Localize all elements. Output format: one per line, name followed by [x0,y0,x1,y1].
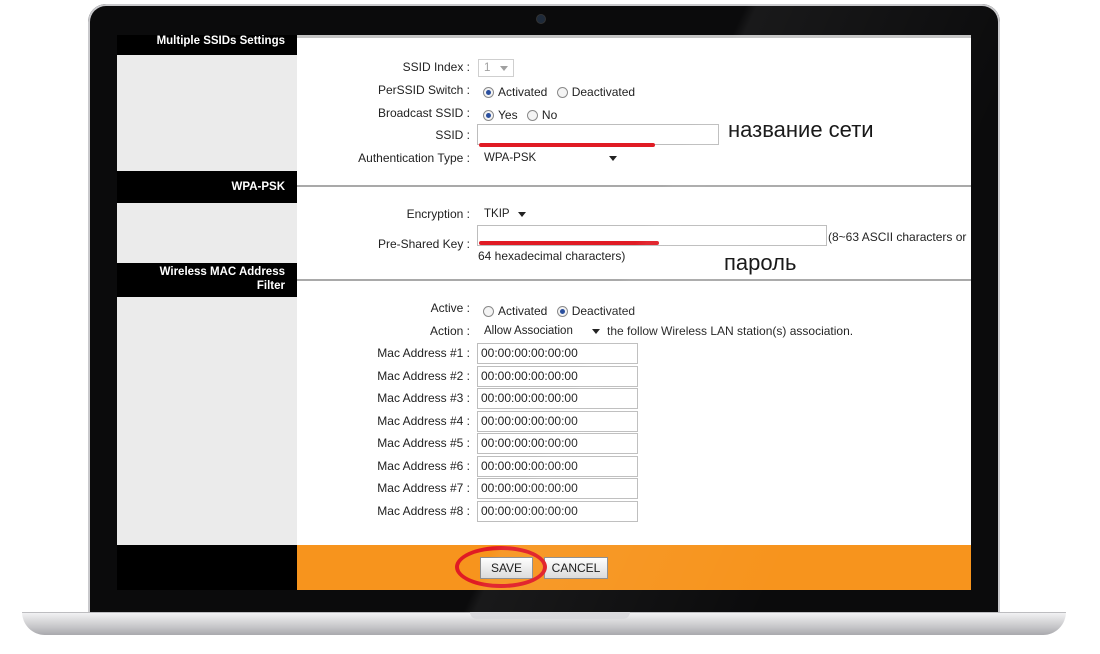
mac-action-suffix: the follow Wireless LAN station(s) assoc… [607,324,854,338]
broadcast-ssid-label: Broadcast SSID : [377,106,470,120]
mac-address-label: Mac Address #8 : [377,504,470,518]
mac-action-label: Action : [429,324,470,338]
encryption-label: Encryption : [406,207,470,221]
mac-address-input[interactable]: 00:00:00:00:00:00 [477,478,638,499]
perssid-activated-radio[interactable] [483,87,494,98]
perssid-deactivated-label: Deactivated [571,85,636,99]
psk-hint-2: 64 hexadecimal characters) [478,249,626,263]
laptop-base-notch [470,612,630,619]
mac-address-input[interactable]: 00:00:00:00:00:00 [477,501,638,522]
mac-address-label: Mac Address #3 : [377,391,470,405]
mac-address-label: Mac Address #4 : [377,414,470,428]
ssid-index-select[interactable]: 1 [478,59,514,77]
mac-address-input[interactable]: 00:00:00:00:00:00 [477,388,638,409]
encryption-value: TKIP [484,208,510,220]
mac-address-label: Mac Address #7 : [377,481,470,495]
mac-address-input[interactable]: 00:00:00:00:00:00 [477,456,638,477]
cancel-button[interactable]: CANCEL [544,557,608,579]
mac-address-label: Mac Address #5 : [377,436,470,450]
top-divider [297,35,971,38]
ssid-index-label: SSID Index : [402,60,470,74]
mac-address-input[interactable]: 00:00:00:00:00:00 [477,433,638,454]
chevron-down-icon [592,329,600,334]
psk-annotation-underline [479,241,659,245]
mac-filter-title-line1: Wireless MAC Address [159,266,285,278]
psk-label: Pre-Shared Key : [377,237,470,251]
auth-type-select[interactable]: WPA-PSK [478,149,623,167]
perssid-switch-group: Activated Deactivated [483,85,635,99]
auth-type-value: WPA-PSK [484,152,537,164]
mac-action-value: Allow Association [484,325,573,337]
chevron-down-icon [609,156,617,161]
mac-address-input[interactable]: 00:00:00:00:00:00 [477,411,638,432]
mac-address-label: Mac Address #2 : [377,369,470,383]
mac-active-group: Activated Deactivated [483,304,635,318]
mac-filter-title-line2: Filter [256,280,285,292]
auth-type-label: Authentication Type : [358,151,470,165]
broadcast-yes-label: Yes [498,108,518,122]
ssid-input[interactable] [477,124,719,145]
mac-active-label: Active : [430,301,470,315]
mac-address-input[interactable]: 00:00:00:00:00:00 [477,343,638,364]
mac-address-label: Mac Address #6 : [377,459,470,473]
footer-sidebar [117,545,297,590]
section-multiple-ssids: Multiple SSIDs Settings [117,35,297,55]
mac-action-select[interactable]: Allow Association [478,322,606,340]
password-annotation: пароль [724,250,797,275]
psk-hint-1: (8~63 ASCII characters or [828,230,967,244]
mac-address-input[interactable]: 00:00:00:00:00:00 [477,366,638,387]
mac-deactivated-label: Deactivated [571,304,636,318]
footer-bar [297,545,971,590]
mac-deactivated-radio[interactable] [556,306,568,317]
router-settings-screen: Multiple SSIDs Settings WPA-PSK Wireless… [117,35,971,590]
network-name-annotation: название сети [728,117,874,142]
webcam [536,14,546,24]
section-divider [297,185,971,187]
save-annotation-circle [455,546,547,588]
section-mac-filter: Wireless MAC Address Filter [117,263,297,297]
broadcast-no-radio[interactable] [526,110,538,121]
sidebar [117,35,297,590]
mac-activated-label: Activated [498,304,548,318]
mac-address-label: Mac Address #1 : [377,346,470,360]
section-divider [297,279,971,281]
ssid-index-value: 1 [484,62,491,74]
ssid-annotation-underline [479,143,655,147]
broadcast-no-label: No [541,108,558,122]
perssid-activated-label: Activated [498,85,548,99]
chevron-down-icon [518,212,526,217]
chevron-down-icon [500,66,508,71]
perssid-deactivated-radio[interactable] [556,87,568,98]
perssid-switch-label: PerSSID Switch : [377,83,470,97]
section-wpa-psk: WPA-PSK [117,171,297,203]
mac-activated-radio[interactable] [483,306,494,317]
ssid-label: SSID : [435,128,470,142]
encryption-select[interactable]: TKIP [478,205,532,223]
broadcast-ssid-group: Yes No [483,108,557,122]
broadcast-yes-radio[interactable] [483,110,494,121]
